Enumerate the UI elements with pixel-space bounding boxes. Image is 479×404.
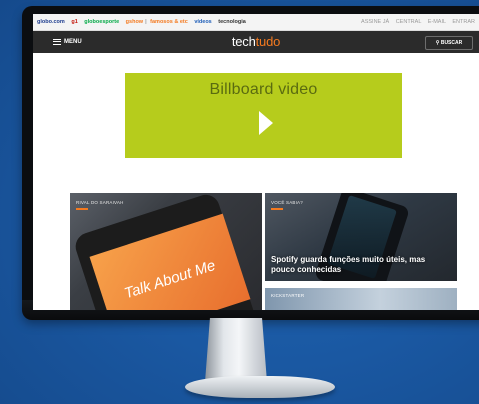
monitor-stand-neck	[205, 318, 267, 382]
globoesporte-link[interactable]: globoesporte	[84, 19, 119, 25]
news-card[interactable]: VOCÊ SABIA? Spotify guarda funções muito…	[265, 193, 457, 281]
play-icon[interactable]	[259, 111, 273, 135]
site-logo[interactable]: techtudo	[33, 31, 479, 53]
logo-tudo: tudo	[255, 34, 281, 49]
videos-link[interactable]: vídeos	[194, 19, 211, 25]
gshow-link[interactable]: gshow	[126, 19, 143, 25]
search-button[interactable]: ⚲ BUSCAR	[425, 36, 473, 50]
globo-top-bar: globo.com g1 globoesporte gshow | famosos…	[33, 14, 479, 31]
card-kicker: RIVAL DO SARAIVAH	[76, 200, 124, 205]
billboard-label: Billboard video	[209, 81, 318, 98]
famosos-link[interactable]: famosos & etc	[150, 19, 188, 25]
monitor-stand-base	[185, 376, 335, 398]
phone-screen-text: Talk About Me	[122, 256, 218, 303]
logo-tech: tech	[231, 34, 256, 49]
separator: |	[145, 19, 147, 25]
card-title[interactable]: Spotify guarda funções muito úteis, mas …	[271, 255, 446, 275]
card-kicker: KICKSTARTER	[271, 293, 305, 298]
card-kicker: VOCÊ SABIA?	[271, 200, 303, 205]
search-icon: ⚲	[435, 40, 440, 46]
kicker-underline	[76, 208, 88, 210]
globo-link[interactable]: globo.com	[37, 19, 65, 25]
news-card[interactable]: KICKSTARTER	[265, 288, 457, 310]
subscribe-link[interactable]: ASSINE JÁ	[361, 19, 389, 25]
central-link[interactable]: CENTRAL	[396, 19, 421, 25]
account-links: ASSINE JÁ CENTRAL E-MAIL ENTRAR	[356, 14, 475, 30]
news-card[interactable]: Talk About Me RIVAL DO SARAIVAH	[70, 193, 262, 310]
email-link[interactable]: E-MAIL	[428, 19, 446, 25]
monitor-screen: globo.com g1 globoesporte gshow | famosos…	[33, 14, 479, 310]
login-link[interactable]: ENTRAR	[452, 19, 475, 25]
search-label: BUSCAR	[440, 40, 463, 46]
site-header: MENU techtudo ⚲ BUSCAR	[33, 31, 479, 53]
globo-links: globo.com g1 globoesporte gshow | famosos…	[37, 14, 251, 30]
billboard-video[interactable]: Billboard video	[125, 73, 402, 158]
tecnologia-link[interactable]: tecnologia	[218, 19, 246, 25]
g1-link[interactable]: g1	[71, 19, 77, 25]
kicker-underline	[271, 208, 283, 210]
